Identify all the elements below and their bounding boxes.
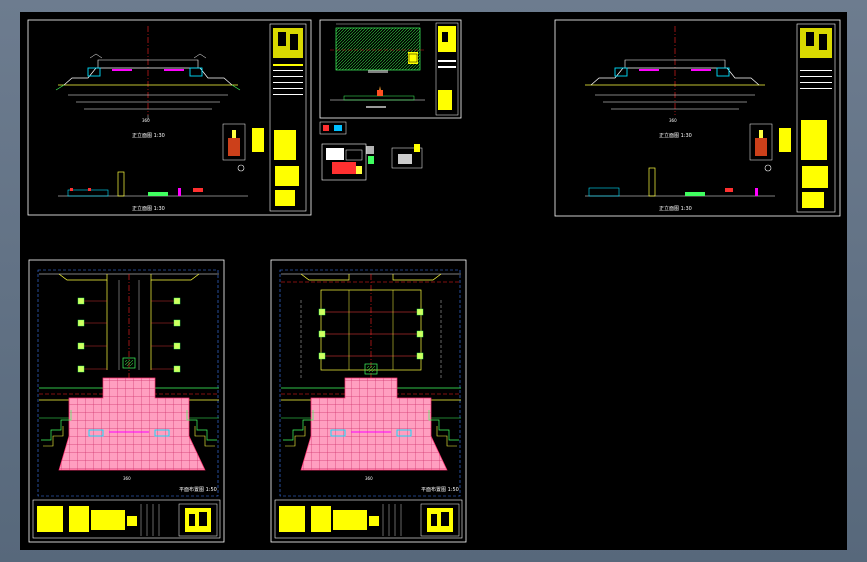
title-block	[274, 499, 463, 539]
drawing-svg: 360 正立面图 1:30 正立面图 1:30 360 正立面图 1:30 正立…	[27, 19, 841, 543]
side-elevation-drawing: 正立面图 1:30	[58, 171, 248, 212]
title-block	[435, 22, 459, 116]
dimension-label: 360	[365, 476, 373, 481]
side-elevation-drawing: 正立面图 1:30	[585, 167, 775, 212]
section-detail	[749, 123, 791, 172]
dimension-label: 360	[669, 118, 677, 123]
side-elevation-title: 正立面图 1:30	[132, 205, 165, 212]
detail-fragment-3	[366, 146, 374, 164]
plan-title: 平面布置图 1:50	[421, 486, 459, 493]
cad-model-space[interactable]: 360 正立面图 1:30 正立面图 1:30 360 正立面图 1:30 正立…	[20, 12, 847, 550]
site-plan-drawing: 360 平面布置图 1:50	[281, 273, 461, 493]
dimension-label: 360	[142, 118, 150, 123]
detail-fragment-4	[391, 144, 423, 169]
detail-sheet[interactable]	[319, 19, 462, 119]
dimension-label: 360	[123, 476, 131, 481]
plaque-plan-drawing	[330, 23, 426, 73]
detail-fragment-1	[319, 121, 347, 135]
section-detail	[222, 123, 264, 172]
front-elevation-drawing: 360 正立面图 1:30	[585, 26, 765, 139]
plan-sheet-1[interactable]: 360 平面布置图 1:50	[28, 259, 225, 543]
plan-title: 平面布置图 1:50	[179, 486, 217, 493]
elevation-title: 正立面图 1:30	[132, 132, 165, 139]
site-plan-drawing: 360 平面布置图 1:50	[39, 273, 219, 493]
title-block	[269, 23, 307, 212]
elevation-title: 正立面图 1:30	[659, 132, 692, 139]
title-block	[796, 23, 836, 213]
elevation-sheet-1[interactable]: 360 正立面图 1:30 正立面图 1:30	[27, 19, 312, 216]
viewer-frame: 360 正立面图 1:30 正立面图 1:30 360 正立面图 1:30 正立…	[0, 0, 867, 562]
title-block	[32, 499, 221, 539]
elevation-sheet-2[interactable]: 360 正立面图 1:30 正立面图 1:30	[554, 19, 841, 217]
plaque-elevation-drawing	[330, 86, 425, 108]
plan-sheet-2[interactable]: 360 平面布置图 1:50	[270, 259, 467, 543]
side-elevation-title: 正立面图 1:30	[659, 205, 692, 212]
front-elevation-drawing: 360 正立面图 1:30	[55, 26, 241, 139]
detail-fragment-2	[321, 143, 367, 181]
